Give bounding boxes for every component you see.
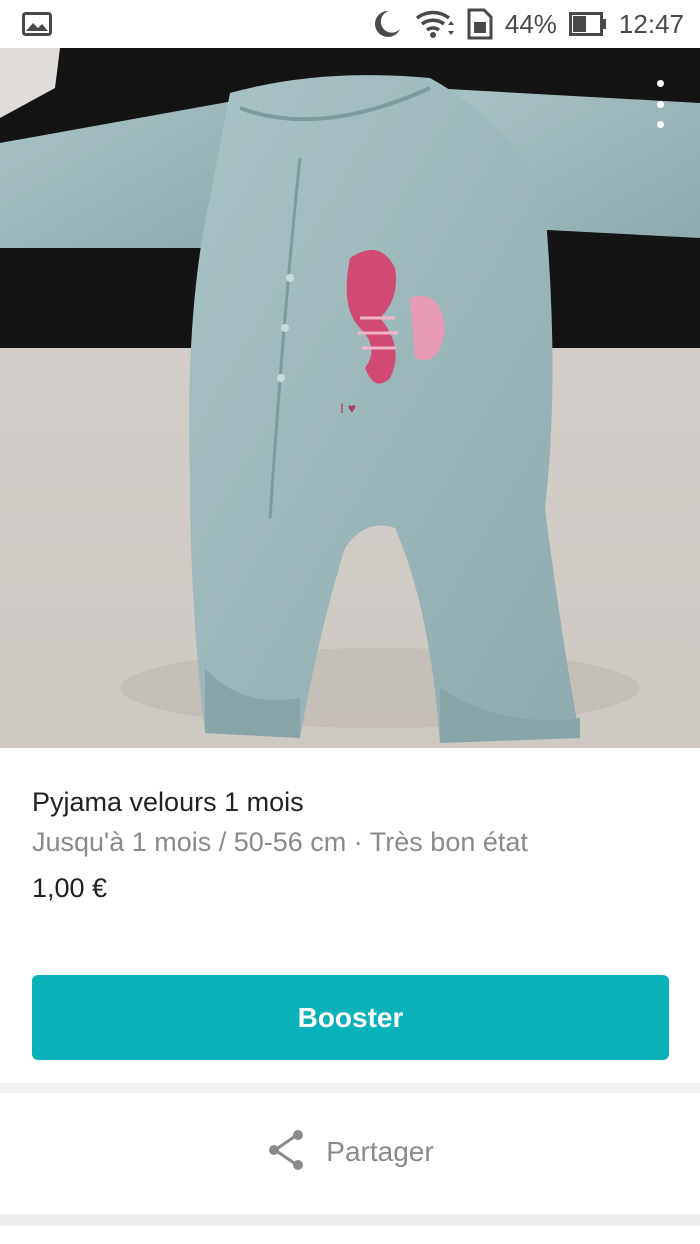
image-icon <box>22 12 52 41</box>
more-vertical-icon-dot <box>656 100 664 108</box>
item-title: Pyjama velours 1 mois <box>32 787 304 817</box>
status-bar: 44% 12:47 <box>0 0 700 48</box>
svg-text:I ♥: I ♥ <box>340 400 356 416</box>
more-options-button[interactable] <box>650 80 670 128</box>
wifi-icon <box>415 9 455 39</box>
section-divider-bottom <box>0 1214 700 1226</box>
share-label: Partager <box>326 1136 434 1167</box>
booster-button[interactable]: Booster <box>32 975 669 1060</box>
item-price: 1,00 € <box>32 873 108 903</box>
more-vertical-icon <box>656 80 664 87</box>
section-divider <box>0 1083 700 1093</box>
item-info: Pyjama velours 1 mois Jusqu'à 1 mois / 5… <box>32 785 672 905</box>
share-button[interactable]: Partager <box>0 1093 700 1211</box>
baby-pyjama-photo: I ♥ <box>0 48 700 748</box>
battery-percent: 44% <box>504 8 557 39</box>
item-details: Jusqu'à 1 mois / 50-56 cm · Très bon éta… <box>32 827 528 857</box>
share-icon <box>266 1128 306 1177</box>
moon-icon <box>371 8 403 40</box>
battery-icon <box>568 12 607 36</box>
clock: 12:47 <box>618 8 684 39</box>
more-vertical-icon-dot <box>656 121 664 128</box>
product-photo[interactable]: I ♥ <box>0 48 700 748</box>
sim-card-icon <box>467 8 493 40</box>
